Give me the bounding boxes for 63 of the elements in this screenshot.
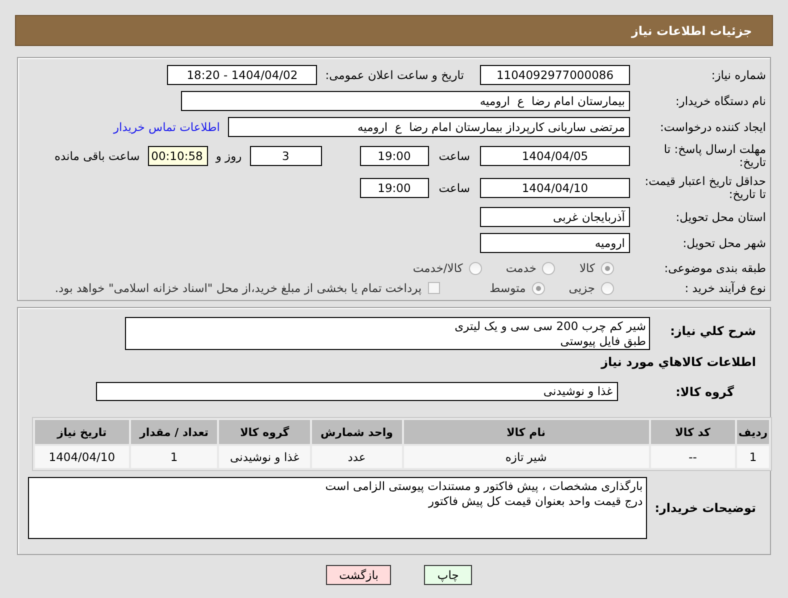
announce-label: تاریخ و ساعت اعلان عمومی: — [325, 68, 464, 82]
buyer-notes-field[interactable]: بارگذاری مشخصات ، پیش فاکتور و مستندات پیوستی الزامی است درج قیمت واحد بعنوان قیمت کل پیش فاکتور — [28, 477, 647, 539]
announce-date-field[interactable]: 1404/04/02 - 18:20 — [167, 65, 318, 85]
field-label: شهر محل تحویل: — [682, 236, 766, 250]
field-label: استان محل تحویل: — [674, 210, 766, 224]
date-field[interactable]: 1404/04/10 — [480, 178, 630, 198]
field-label: نوع فرآیند خرید : — [684, 282, 766, 294]
days-field[interactable]: 3 — [250, 146, 322, 166]
city-field[interactable]: ارومیه — [480, 233, 630, 253]
column-header: گروه کالا — [219, 420, 310, 444]
goods-group-field[interactable]: غذا و نوشیدنی — [96, 382, 618, 401]
goods-group-label: گروه کالا: — [676, 384, 734, 398]
time-field[interactable]: 19:00 — [360, 146, 429, 166]
description-field[interactable]: شیر کم چرب 200 سی سی و یک لیتری طبق فایل پیوستی — [125, 317, 650, 350]
table-cell: 1 — [737, 446, 769, 468]
radio-button[interactable] — [601, 282, 614, 294]
table-cell: -- — [650, 446, 736, 468]
option-label: متوسط — [490, 281, 526, 295]
table-cell: غذا و نوشیدنی — [219, 446, 310, 468]
option-label: کالا/خدمت — [412, 261, 463, 275]
table-cell: 1404/04/10 — [35, 446, 129, 468]
radio-button[interactable] — [542, 262, 556, 274]
remaining-time-field[interactable]: 00:10:58 — [148, 146, 208, 166]
table-cell: 1 — [130, 446, 218, 468]
time-field[interactable]: 19:00 — [360, 178, 429, 198]
date-field[interactable]: 1404/04/05 — [480, 146, 630, 166]
days-label: روز و — [216, 149, 242, 163]
field-label: ایجاد کننده درخواست: — [659, 120, 766, 134]
payment-note-label: پرداخت تمام یا بخشی از مبلغ خرید،از محل "اسناد خزانه اسلامی" خواهد بود. — [54, 281, 422, 295]
section-heading: اطلاعات کالاهاي مورد نیاز — [600, 355, 756, 369]
checkbox[interactable] — [428, 282, 440, 294]
column-header: تاریخ نیاز — [35, 420, 129, 444]
column-header: تعداد / مقدار — [130, 420, 218, 444]
field-label: حداقل تاریخ اعتبار قیمت: تا تاریخ: — [644, 175, 766, 201]
option-label: کالا — [579, 261, 595, 275]
page-title: جزئیات اطلاعات نیاز — [631, 24, 752, 38]
back-button[interactable]: بازگشت — [326, 565, 392, 585]
requester-field[interactable]: مرتضی ساربانی کارپرداز بیمارستان امام رضا ع ارومیه — [228, 117, 630, 137]
province-field[interactable]: آذربایجان غربی — [480, 207, 630, 227]
print-button[interactable]: چاپ — [424, 565, 472, 585]
field-label: شماره نیاز: — [710, 68, 766, 82]
radio-button[interactable] — [468, 262, 482, 274]
remaining-label: ساعت باقی مانده — [54, 149, 140, 163]
description-label: شرح کلي نیاز: — [669, 323, 756, 338]
column-header: واحد شمارش — [312, 420, 402, 444]
buyer-notes-label: توضیحات خریدار: — [654, 501, 756, 515]
need-number-field[interactable]: 1104092977000086 — [480, 65, 630, 85]
buyer-org-field[interactable]: بیمارستان امام رضا ع ارومیه — [181, 91, 630, 111]
field-label: طبقه بندی موضوعی: — [663, 262, 766, 274]
buyer-contact-link[interactable]: اطلاعات تماس خریدار — [113, 120, 220, 134]
field-label: مهلت ارسال پاسخ: تا تاریخ: — [662, 143, 766, 169]
radio-button[interactable] — [601, 262, 614, 274]
time-label: ساعت — [438, 149, 470, 163]
column-header: نام کالا — [404, 420, 649, 444]
table-cell: شیر تازه — [404, 446, 649, 468]
option-label: جزیی — [568, 281, 595, 295]
time-label: ساعت — [438, 181, 470, 195]
radio-button[interactable] — [532, 282, 545, 294]
option-label: خدمت — [506, 261, 536, 275]
table-cell: عدد — [312, 446, 402, 468]
column-header: کد کالا — [650, 420, 736, 444]
column-header: ردیف — [737, 420, 769, 444]
field-label: نام دستگاه خریدار: — [674, 94, 766, 108]
